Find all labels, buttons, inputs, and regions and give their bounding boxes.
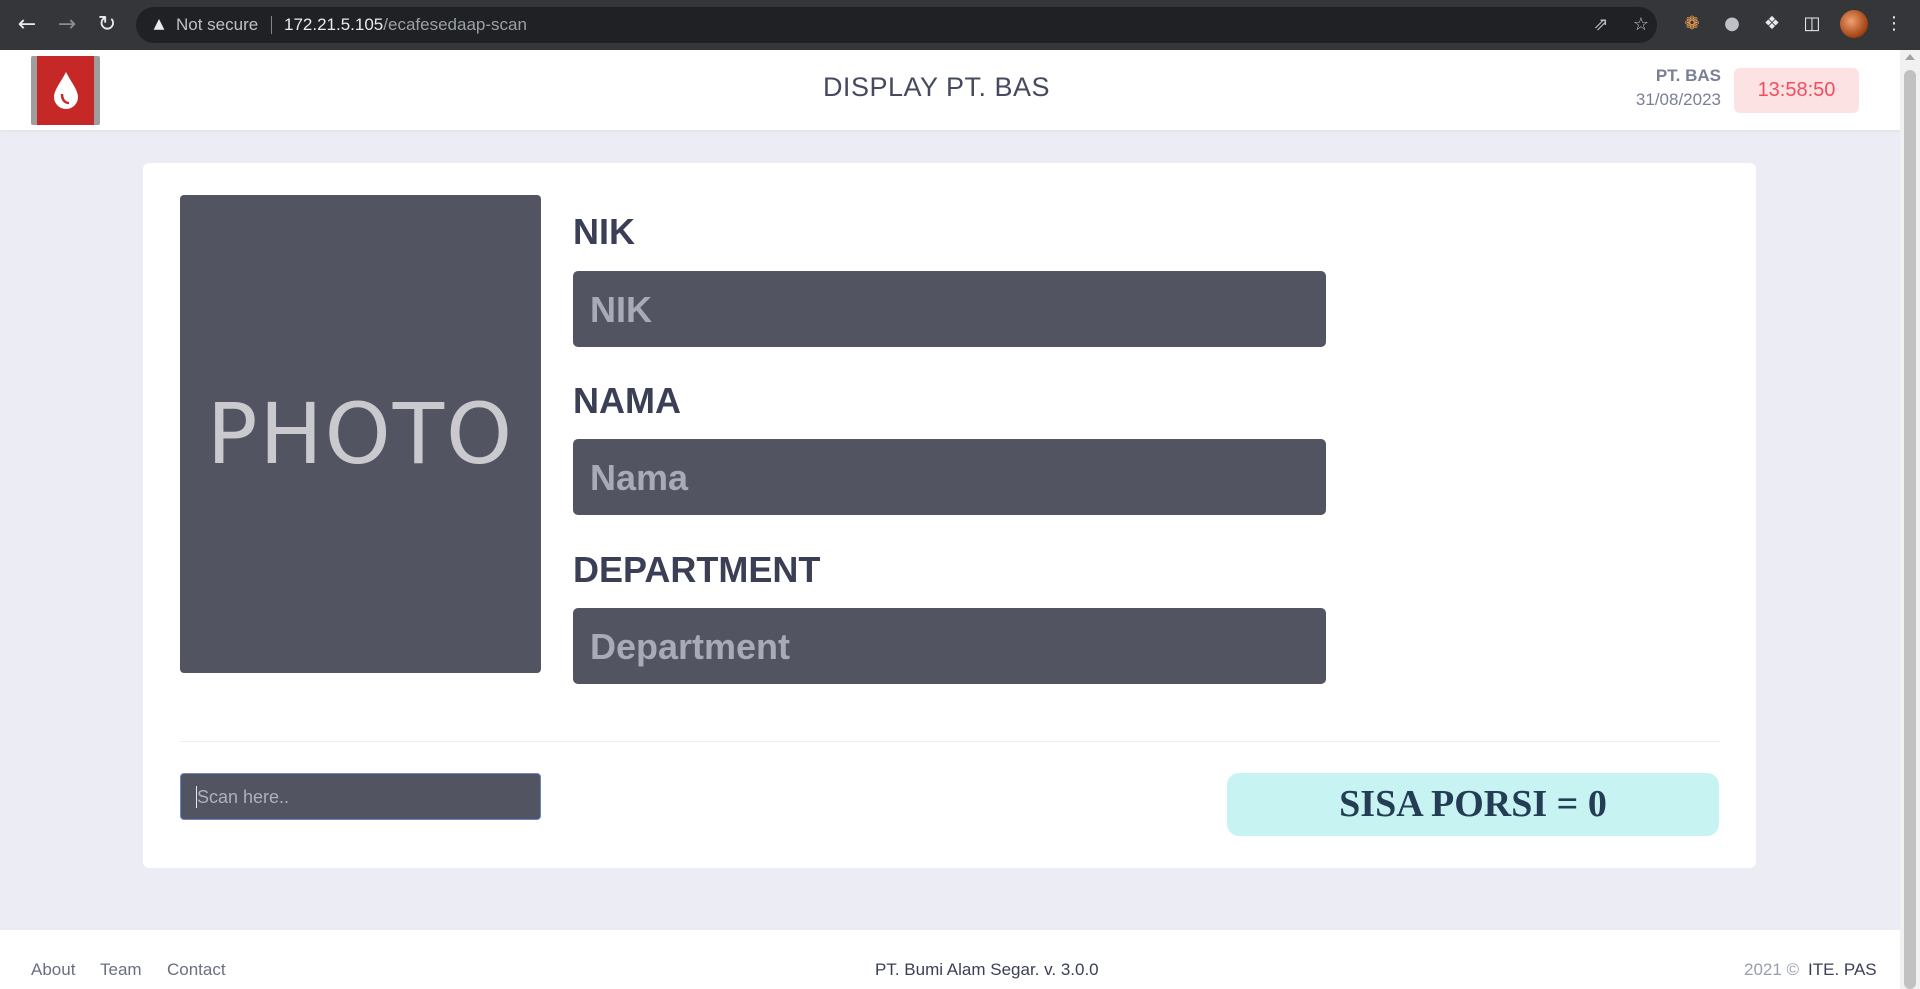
nik-value: NIK <box>590 289 652 330</box>
nik-field: NIK <box>573 271 1326 347</box>
warning-icon[interactable]: ▲ <box>150 15 168 33</box>
nama-label: NAMA <box>573 380 681 421</box>
address-separator <box>271 16 272 34</box>
card-divider <box>180 741 1720 742</box>
department-value: Department <box>590 626 791 667</box>
reload-icon[interactable]: ↻ <box>92 10 122 40</box>
nik-label: NIK <box>573 211 635 252</box>
footer-link-team[interactable]: Team <box>100 960 142 980</box>
page-footer: About Team Contact PT. Bumi Alam Segar. … <box>0 930 1900 989</box>
globe-icon[interactable]: ● <box>1718 10 1746 38</box>
share-icon[interactable]: ⇗ <box>1589 13 1613 37</box>
url-text[interactable]: 172.21.5.105/ecafesedaap-scan <box>284 15 527 35</box>
address-bar[interactable]: ▲ Not secure 172.21.5.105/ecafesedaap-sc… <box>136 7 1657 43</box>
extension-icon[interactable]: ❁ <box>1678 10 1706 38</box>
star-icon[interactable]: ☆ <box>1629 13 1653 37</box>
sidepanel-icon[interactable]: ◫ <box>1798 10 1826 38</box>
department-label: DEPARTMENT <box>573 549 821 590</box>
nama-field: Nama <box>573 439 1326 515</box>
page-title: DISPLAY PT. BAS <box>822 72 1051 102</box>
url-host: 172.21.5.105 <box>284 15 384 34</box>
profile-avatar[interactable] <box>1840 10 1868 38</box>
scan-placeholder: Scan here.. <box>197 787 290 807</box>
footer-link-about[interactable]: About <box>31 960 75 980</box>
department-field: Department <box>573 608 1326 684</box>
back-icon[interactable]: ← <box>12 10 42 40</box>
browser-toolbar: ← → ↻ ▲ Not secure 172.21.5.105/ecafesed… <box>0 0 1920 50</box>
photo-label: PHOTO <box>206 385 515 483</box>
menu-icon[interactable]: ⋮ <box>1880 10 1908 38</box>
scroll-up-icon[interactable] <box>1905 54 1915 60</box>
photo-placeholder: PHOTO <box>180 195 541 673</box>
footer-brand: ITE. PAS <box>1808 960 1877 979</box>
security-label[interactable]: Not secure <box>176 15 258 35</box>
footer-year: 2021 © <box>1744 960 1800 979</box>
scrollbar-thumb[interactable] <box>1904 70 1916 989</box>
puzzle-icon[interactable]: ❖ <box>1758 10 1786 38</box>
current-date: 31/08/2023 <box>1635 90 1721 109</box>
scan-input[interactable]: Scan here.. <box>180 773 541 820</box>
footer-version: PT. Bumi Alam Segar. v. 3.0.0 <box>875 960 1099 979</box>
url-path: /ecafesedaap-scan <box>383 15 527 34</box>
nama-value: Nama <box>590 457 689 498</box>
footer-link-contact[interactable]: Contact <box>167 960 226 980</box>
company-name: PT. BAS <box>1655 66 1721 85</box>
scan-card: PHOTO NIK NIK NAMA Nama DEPARTMENT Depar… <box>143 163 1756 868</box>
forward-icon[interactable]: → <box>52 10 82 40</box>
sisa-porsi-display: SISA PORSI = 0 <box>1227 773 1719 836</box>
clock-badge: 13:58:50 <box>1734 68 1859 113</box>
scrollbar[interactable] <box>1900 50 1920 989</box>
app-header: DISPLAY PT. BAS PT. BAS 31/08/2023 13:58… <box>0 50 1900 130</box>
